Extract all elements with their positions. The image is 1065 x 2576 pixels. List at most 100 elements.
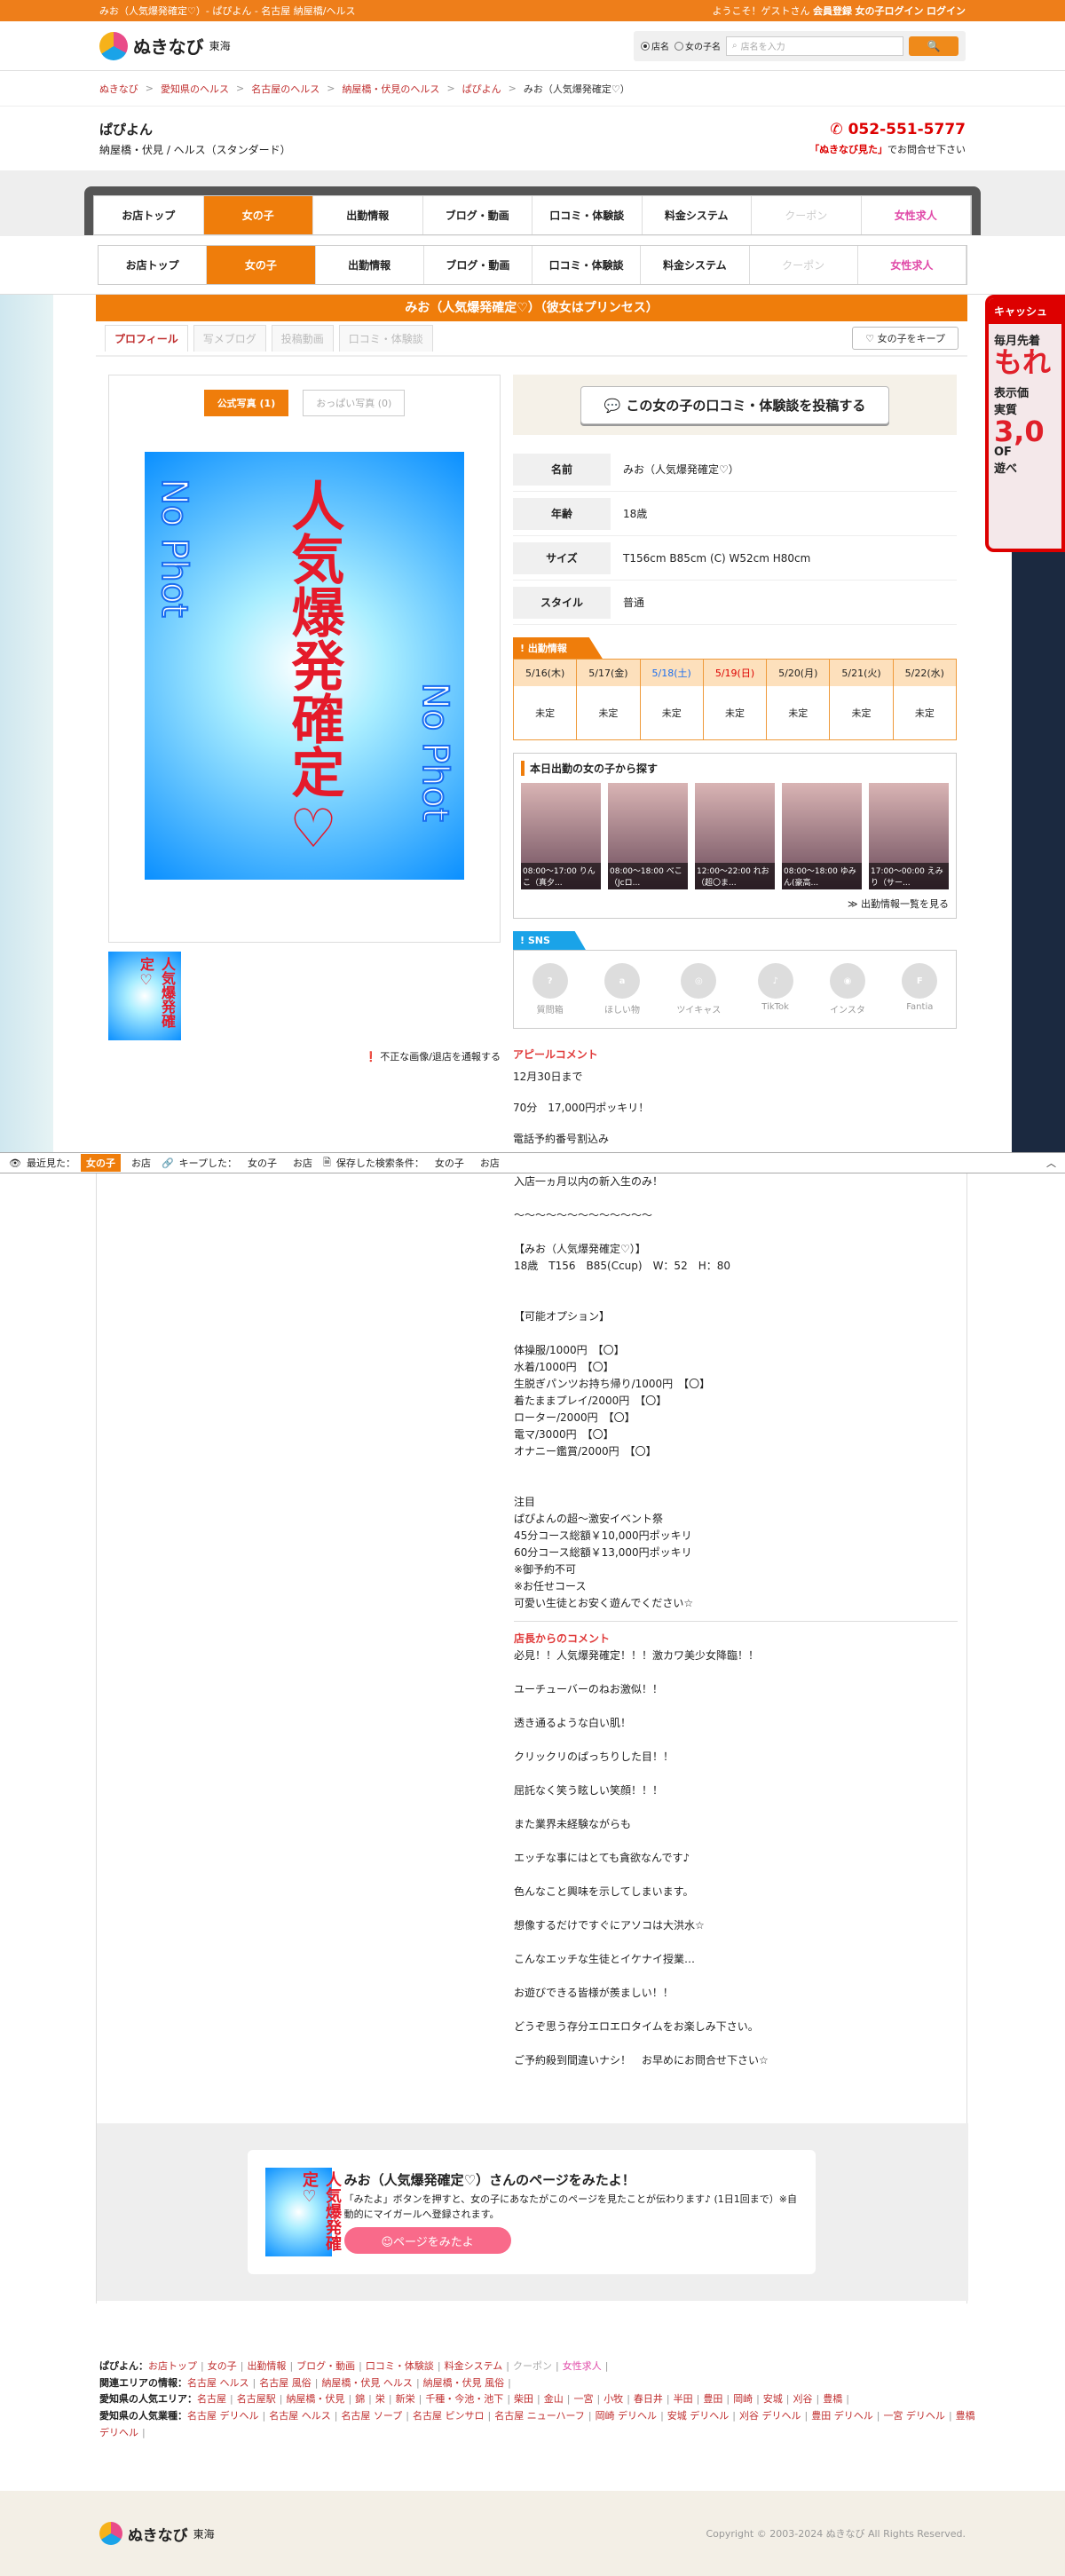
footer-link[interactable]: 名古屋 ニューハーフ bbox=[494, 2410, 585, 2422]
footer-link[interactable]: 栄 bbox=[375, 2393, 385, 2405]
today-girl-card[interactable]: 12:00～22:00 れお（超〇ま... bbox=[695, 783, 775, 889]
schedule-list-link[interactable]: ≫ 出勤情報一覧を見る bbox=[521, 897, 949, 911]
tab-profile[interactable]: プロフィール bbox=[105, 325, 188, 352]
nav-blog[interactable]: ブログ・動画 bbox=[423, 196, 532, 234]
today-girl-card[interactable]: 08:00～17:00 りんこ（真夕... bbox=[521, 783, 601, 889]
footer-link[interactable]: お店トップ bbox=[148, 2360, 197, 2372]
nav-coupon[interactable]: クーポン bbox=[750, 246, 858, 284]
girl-login-link[interactable]: 女の子ログイン bbox=[856, 5, 924, 17]
sns-wishlist[interactable]: a ほしい物 bbox=[604, 963, 640, 1015]
footer-link[interactable]: 小牧 bbox=[604, 2393, 623, 2405]
sns-instagram[interactable]: ◉ インスタ bbox=[829, 963, 865, 1015]
photo-thumbnail[interactable]: 人気爆発確定♡ bbox=[108, 952, 181, 1040]
breadcrumb-item[interactable]: 名古屋のヘルス bbox=[251, 82, 320, 96]
nav-price[interactable]: 料金システム bbox=[643, 196, 752, 234]
footer-link[interactable]: 納屋橋・伏見 風俗 bbox=[423, 2377, 505, 2389]
post-review-button[interactable]: 💬 この女の子の口コミ・体験談を投稿する bbox=[580, 385, 890, 424]
sns-tiktok[interactable]: ♪ TikTok bbox=[757, 963, 793, 1015]
search-button[interactable]: 🔍 bbox=[909, 36, 958, 56]
tab-video[interactable]: 投稿動画 bbox=[271, 325, 334, 352]
cashback-banner[interactable]: キャッシュ 毎月先着 もれ 表示価 実質 3,0 OF 遊べ bbox=[985, 295, 1065, 552]
shop-name[interactable]: ぱぴよん bbox=[99, 120, 291, 138]
radio-shop[interactable]: 店名 bbox=[641, 39, 669, 52]
keep-button[interactable]: ♡ 女の子をキープ bbox=[852, 327, 958, 350]
today-girl-card[interactable]: 08:00～18:00 ゆみん(豪高... bbox=[782, 783, 862, 889]
history-saved-shop[interactable]: お店 bbox=[475, 1154, 505, 1172]
history-seen-shop[interactable]: お店 bbox=[126, 1154, 156, 1172]
breadcrumb-item[interactable]: 愛知県のヘルス bbox=[161, 82, 229, 96]
nav-reviews[interactable]: 口コミ・体験談 bbox=[532, 196, 643, 234]
history-saved-girl[interactable]: 女の子 bbox=[430, 1154, 469, 1172]
breadcrumb-item[interactable]: ぱぴよん bbox=[462, 82, 501, 96]
footer-link[interactable]: 刈谷 デリヘル bbox=[739, 2410, 801, 2422]
footer-logo[interactable]: ぬきなび 東海 bbox=[99, 2522, 215, 2545]
footer-link[interactable]: 刈谷 bbox=[793, 2393, 813, 2405]
footer-link[interactable]: 柴田 bbox=[514, 2393, 533, 2405]
footer-link[interactable]: 安城 デリヘル bbox=[667, 2410, 730, 2422]
main-photo[interactable]: No Phot 人気爆発確定♡ No Phot bbox=[145, 452, 464, 880]
footer-link[interactable]: 安城 bbox=[763, 2393, 783, 2405]
breadcrumb-item[interactable]: 納屋橋・伏見のヘルス bbox=[342, 82, 439, 96]
nav-blog[interactable]: ブログ・動画 bbox=[424, 246, 532, 284]
nav-girls[interactable]: 女の子 bbox=[203, 196, 313, 234]
history-seen-girl[interactable]: 女の子 bbox=[80, 1154, 121, 1172]
footer-link[interactable]: 春日井 bbox=[634, 2393, 663, 2405]
register-link[interactable]: 会員登録 bbox=[813, 5, 852, 17]
chevron-up-icon[interactable]: ︿ bbox=[1046, 1156, 1056, 1170]
mitayo-button[interactable]: ☺ページをみたよ bbox=[343, 2227, 511, 2254]
footer-link[interactable]: 豊田 bbox=[703, 2393, 722, 2405]
tab-reviews[interactable]: 口コミ・体験談 bbox=[338, 325, 433, 352]
footer-link[interactable]: 名古屋 bbox=[197, 2393, 226, 2405]
footer-link[interactable]: 納屋橋・伏見 bbox=[286, 2393, 344, 2405]
footer-link[interactable]: 豊田 デリヘル bbox=[811, 2410, 873, 2422]
sns-question-box[interactable]: ? 質問箱 bbox=[532, 963, 568, 1015]
footer-link[interactable]: 名古屋 ソープ bbox=[341, 2410, 402, 2422]
tab-photo-blog[interactable]: 写メブログ bbox=[193, 325, 266, 352]
login-link[interactable]: ログイン bbox=[927, 5, 966, 17]
footer-link[interactable]: 金山 bbox=[544, 2393, 564, 2405]
footer-link[interactable]: 豊橋 bbox=[823, 2393, 842, 2405]
report-link[interactable]: ❗ 不正な画像/退店を通報する bbox=[108, 1049, 501, 1063]
site-logo[interactable]: ぬきなび 東海 bbox=[99, 31, 231, 60]
footer-link[interactable]: 新栄 bbox=[396, 2393, 415, 2405]
footer-link[interactable]: 岡崎 デリヘル bbox=[596, 2410, 658, 2422]
footer-link[interactable]: ブログ・動画 bbox=[296, 2360, 355, 2372]
today-girl-card[interactable]: 17:00～00:00 えみり（サー... bbox=[869, 783, 949, 889]
footer-link[interactable]: 女の子 bbox=[208, 2360, 237, 2372]
nav-shop-top[interactable]: お店トップ bbox=[94, 196, 204, 234]
nav-recruit[interactable]: 女性求人 bbox=[858, 246, 966, 284]
sns-fantia[interactable]: F Fantia bbox=[902, 963, 938, 1015]
footer-link[interactable]: 名古屋 デリヘル bbox=[187, 2410, 259, 2422]
today-girl-card[interactable]: 08:00～18:00 べこ（Jcロ... bbox=[608, 783, 688, 889]
tab-official-photos[interactable]: 公式写真 (1) bbox=[203, 390, 289, 416]
footer-link[interactable]: 名古屋 風俗 bbox=[259, 2377, 312, 2389]
breadcrumb-item[interactable]: ぬきなび bbox=[99, 82, 138, 96]
footer-link[interactable]: 料金システム bbox=[445, 2360, 503, 2372]
footer-link[interactable]: 出勤情報 bbox=[247, 2360, 286, 2372]
footer-link[interactable]: 一宮 bbox=[573, 2393, 593, 2405]
footer-link[interactable]: クーポン bbox=[513, 2360, 552, 2372]
footer-link[interactable]: 名古屋 ヘルス bbox=[187, 2377, 249, 2389]
footer-link[interactable]: 千種・今池・池下 bbox=[425, 2393, 503, 2405]
history-kept-shop[interactable]: お店 bbox=[288, 1154, 318, 1172]
nav-reviews[interactable]: 口コミ・体験談 bbox=[532, 246, 642, 284]
footer-link[interactable]: 女性求人 bbox=[563, 2360, 602, 2372]
nav-schedule[interactable]: 出勤情報 bbox=[316, 246, 424, 284]
nav-price[interactable]: 料金システム bbox=[641, 246, 750, 284]
shop-tel[interactable]: ✆ 052-551-5777 bbox=[809, 121, 966, 138]
footer-link[interactable]: 名古屋 ピンサロ bbox=[413, 2410, 485, 2422]
history-kept-girl[interactable]: 女の子 bbox=[242, 1154, 282, 1172]
tab-breast-photos[interactable]: おっぱい写真 (0) bbox=[303, 390, 406, 416]
nav-recruit[interactable]: 女性求人 bbox=[862, 196, 971, 234]
footer-link[interactable]: 名古屋駅 bbox=[237, 2393, 276, 2405]
nav-shop-top[interactable]: お店トップ bbox=[99, 246, 208, 284]
sns-twitcasting[interactable]: ◎ ツイキャス bbox=[676, 963, 721, 1015]
search-input[interactable]: ⌕ 店名を入力 bbox=[726, 36, 903, 56]
footer-link[interactable]: 一宮 デリヘル bbox=[883, 2410, 945, 2422]
radio-girl[interactable]: 女の子名 bbox=[674, 39, 721, 52]
nav-coupon[interactable]: クーポン bbox=[752, 196, 862, 234]
footer-link[interactable]: 納屋橋・伏見 ヘルス bbox=[321, 2377, 413, 2389]
footer-link[interactable]: 錦 bbox=[355, 2393, 365, 2405]
footer-link[interactable]: 口コミ・体験談 bbox=[366, 2360, 434, 2372]
nav-girls[interactable]: 女の子 bbox=[207, 246, 316, 284]
